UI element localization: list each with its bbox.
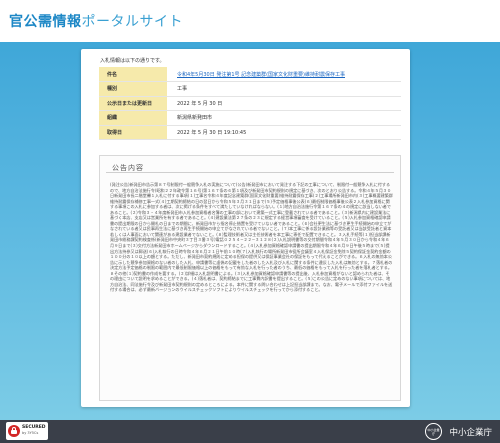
info-label: 公示日または更新日 <box>99 96 167 111</box>
info-label: 件名 <box>99 67 167 82</box>
info-label: 取得日 <box>99 125 167 140</box>
site-title-main: 官公需情報 <box>9 14 82 30</box>
info-row-date: 公示日または更新日 2022 年 5 月 30 日 <box>99 96 401 111</box>
site-header: 官公需情報ポータルサイト <box>0 0 500 42</box>
info-row-type: 種別 工事 <box>99 81 401 97</box>
site-footer: SECURED by 3Y5Cs 中小企業庁 中小企業庁 <box>0 420 500 443</box>
info-value: 2022 年 5 月 30 日 <box>167 96 401 111</box>
secured-sub-label: by 3Y5Cs <box>22 431 39 435</box>
site-title-sub: ポータルサイト <box>81 14 183 30</box>
agency-emblem-text: 中小企業庁 <box>427 428 440 436</box>
info-label: 種別 <box>99 81 167 97</box>
notice-header: 公告内容 <box>106 161 394 173</box>
site-title[interactable]: 官公需情報ポータルサイト <box>9 11 183 31</box>
info-value: 新潟県新発田市 <box>167 110 401 126</box>
info-value: 2022 年 5 月 30 日 19:10:45 <box>167 125 401 140</box>
agency-emblem-icon: 中小企業庁 <box>425 423 442 440</box>
info-row-acquired: 取得日 2022 年 5 月 30 日 19:10:45 <box>99 125 401 140</box>
title-link[interactable]: 令和4年5月30日 発注第1号 記念建築群(国家文化財重要)維持耐震保存工事 <box>167 67 401 82</box>
secured-label: SECURED <box>22 425 46 430</box>
info-label: 組織 <box>99 110 167 126</box>
intro-text: 入札情報は以下の通りです。 <box>100 58 165 64</box>
lock-icon <box>8 425 20 437</box>
notice-panel: 公告内容 (発注公告)新発田市告示第８７号制限付一般競争入札の実施について(公告… <box>99 155 401 401</box>
notice-body: (発注公告)新発田市告示第８７号制限付一般競争入札の実施について(公告)新発田市… <box>110 182 393 293</box>
info-table: 件名 令和4年5月30日 発注第1号 記念建築群(国家文化財重要)維持耐震保存工… <box>99 67 401 140</box>
info-row-organization: 組織 新潟県新発田市 <box>99 110 401 126</box>
notice-title: 公告内容 <box>112 164 144 172</box>
agency-name: 中小企業庁 <box>449 428 492 438</box>
info-row-title: 件名 令和4年5月30日 発注第1号 記念建築群(国家文化財重要)維持耐震保存工… <box>99 67 401 82</box>
secured-badge[interactable]: SECURED by 3Y5Cs <box>6 422 48 440</box>
info-value: 工事 <box>167 81 401 97</box>
